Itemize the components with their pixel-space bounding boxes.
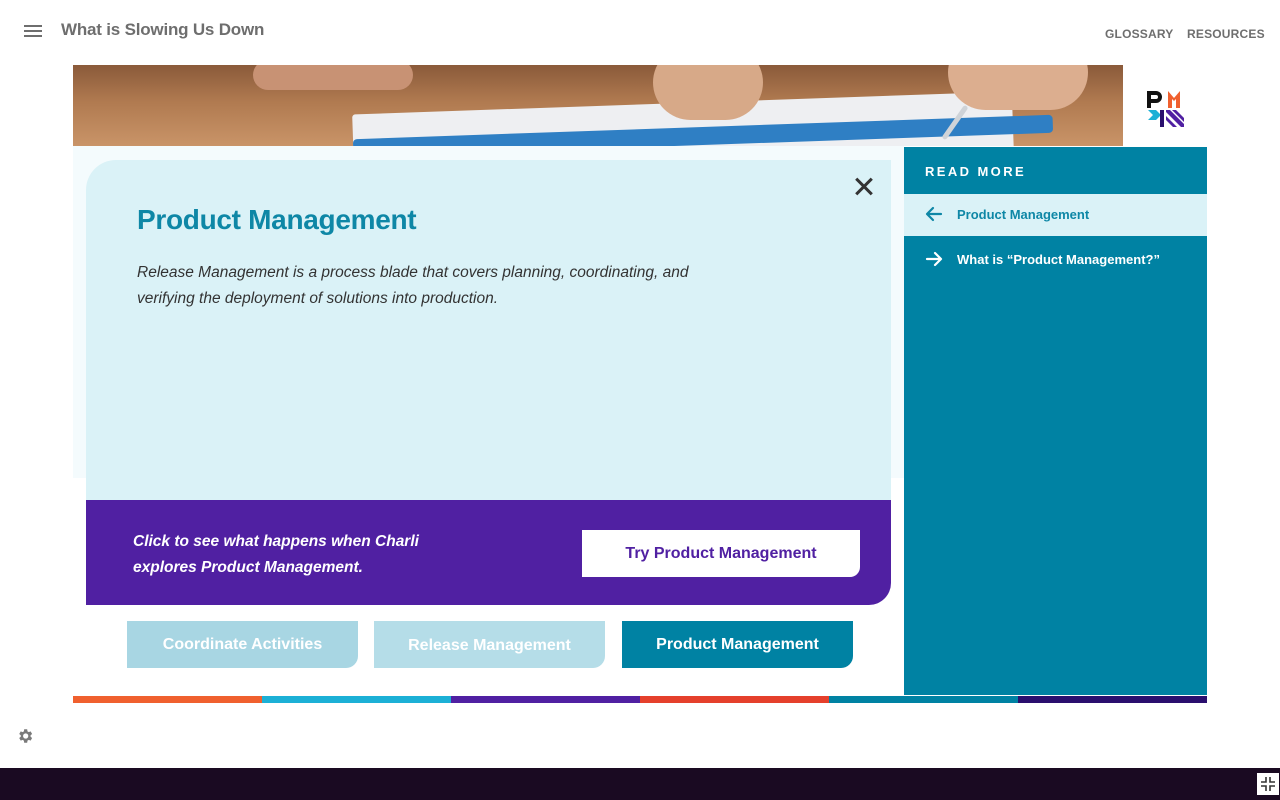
cta-panel: Click to see what happens when Charli ex…: [86, 500, 891, 605]
glossary-link[interactable]: GLOSSARY: [1105, 27, 1174, 41]
resources-link[interactable]: RESOURCES: [1187, 27, 1265, 41]
sidebar-item-label: Product Management: [957, 207, 1090, 222]
progress-strip: [73, 696, 1207, 703]
progress-segment: [73, 696, 262, 703]
pmi-logo: [1147, 91, 1184, 127]
info-modal: Product Management Release Management is…: [86, 160, 891, 605]
modal-body: Product Management Release Management is…: [86, 160, 891, 500]
close-icon[interactable]: [852, 174, 876, 198]
progress-segment: [1018, 696, 1207, 703]
read-more-sidebar: READ MORE Product Management What is “Pr…: [904, 147, 1207, 695]
cta-text: Click to see what happens when Charli ex…: [133, 533, 419, 576]
progress-segment: [829, 696, 1018, 703]
sidebar-item-label: What is “Product Management?”: [957, 252, 1160, 267]
tab-product-management[interactable]: Product Management: [622, 621, 853, 668]
tab-coordinate-activities[interactable]: Coordinate Activities: [127, 621, 358, 668]
hero-image: [73, 65, 1123, 146]
gear-icon[interactable]: [16, 727, 34, 745]
arrow-left-icon: [925, 206, 943, 222]
progress-segment: [640, 696, 829, 703]
sidebar-item-product-management[interactable]: Product Management: [904, 194, 1207, 236]
course-title: What is Slowing Us Down: [61, 20, 265, 39]
progress-segment: [451, 696, 640, 703]
tab-release-management[interactable]: Release Management: [374, 621, 605, 668]
try-product-management-button[interactable]: Try Product Management: [582, 530, 860, 577]
modal-description: Release Management is a process blade th…: [137, 264, 689, 307]
sidebar-header: READ MORE: [904, 147, 1207, 193]
sidebar-item-what-is-product-management[interactable]: What is “Product Management?”: [904, 239, 1207, 281]
menu-icon[interactable]: [24, 25, 42, 39]
modal-title: Product Management: [137, 204, 417, 235]
arrow-right-icon: [925, 251, 943, 267]
progress-segment: [262, 696, 451, 703]
top-bar: What is Slowing Us Down GLOSSARY RESOURC…: [0, 0, 1280, 62]
sidebar-header-label: READ MORE: [925, 164, 1027, 179]
footer-bar: [0, 768, 1280, 800]
exit-fullscreen-icon[interactable]: [1257, 773, 1279, 795]
